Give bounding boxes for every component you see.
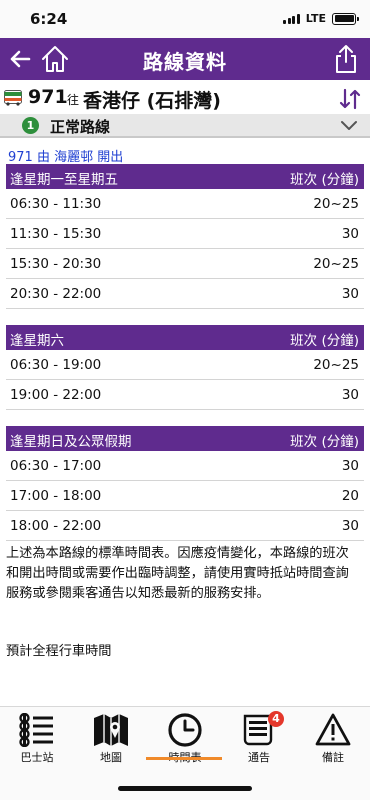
section-title: 逢星期六 <box>10 333 64 349</box>
nav-bar: 路線資料 <box>0 38 370 80</box>
time-range: 19:00 - 22:00 <box>10 387 102 403</box>
route-number: 971 <box>28 86 68 108</box>
active-tab-indicator <box>146 757 222 760</box>
frequency-value: 30 <box>341 458 359 474</box>
time-range: 18:00 - 22:00 <box>10 518 102 534</box>
bus-stop-list-icon <box>19 713 53 747</box>
tab-label: 通告 <box>248 751 270 764</box>
page-title: 路線資料 <box>143 50 227 74</box>
swap-direction-icon[interactable] <box>338 87 362 111</box>
section-header: 逢星期一至星期五 班次 (分鐘) <box>6 164 364 189</box>
departure-info: 971 由 海麗邨 開出 <box>8 150 124 165</box>
status-indicators: LTE <box>283 12 359 25</box>
schedule-section-sunday-holiday: 逢星期日及公眾假期 班次 (分鐘) 06:30 - 17:00 30 17:00… <box>0 426 370 541</box>
frequency-header: 班次 (分鐘) <box>290 434 359 450</box>
route-direction-label: 往 <box>67 93 80 107</box>
tab-label: 備註 <box>322 751 344 764</box>
schedule-row: 19:00 - 22:00 30 <box>6 380 364 410</box>
tab-map[interactable]: 地圖 <box>74 707 148 767</box>
schedule-row: 20:30 - 22:00 30 <box>6 279 364 309</box>
frequency-value: 30 <box>341 518 359 534</box>
chevron-down-icon[interactable] <box>340 117 358 133</box>
signal-icon <box>283 13 300 24</box>
schedule-row: 06:30 - 17:00 30 <box>6 451 364 481</box>
frequency-value: 30 <box>341 286 359 302</box>
schedule-row: 15:30 - 20:30 20~25 <box>6 249 364 279</box>
section-header: 逢星期六 班次 (分鐘) <box>6 325 364 350</box>
frequency-value: 20~25 <box>313 196 359 212</box>
route-destination: 香港仔 (石排灣) <box>83 90 221 112</box>
frequency-value: 20 <box>341 488 359 504</box>
tab-remarks[interactable]: 備註 <box>296 707 370 767</box>
schedule-section-saturday: 逢星期六 班次 (分鐘) 06:30 - 19:00 20~25 19:00 -… <box>0 325 370 410</box>
journey-time-heading: 預計全程行車時間 <box>6 644 112 659</box>
section-title: 逢星期一至星期五 <box>10 172 118 188</box>
frequency-header: 班次 (分鐘) <box>290 333 359 349</box>
share-icon[interactable] <box>334 44 358 74</box>
network-label: LTE <box>305 12 326 25</box>
schedule-row: 17:00 - 18:00 20 <box>6 481 364 511</box>
frequency-header: 班次 (分鐘) <box>290 172 359 188</box>
bus-icon <box>4 90 22 106</box>
time-range: 11:30 - 15:30 <box>10 226 102 242</box>
frequency-value: 20~25 <box>313 357 359 373</box>
schedule-row: 06:30 - 19:00 20~25 <box>6 350 364 380</box>
tab-label: 巴士站 <box>20 751 54 764</box>
status-bar: 6:24 LTE <box>0 0 370 38</box>
frequency-value: 30 <box>341 387 359 403</box>
time-range: 06:30 - 19:00 <box>10 357 102 373</box>
time-range: 17:00 - 18:00 <box>10 488 102 504</box>
clock-icon <box>168 713 202 747</box>
frequency-value: 30 <box>341 226 359 242</box>
schedule-row: 11:30 - 15:30 30 <box>6 219 364 249</box>
schedule-row: 18:00 - 22:00 30 <box>6 511 364 541</box>
warning-icon <box>315 713 351 746</box>
battery-icon <box>332 12 359 25</box>
time-range: 06:30 - 11:30 <box>10 196 102 212</box>
variant-number-badge: 1 <box>22 117 39 134</box>
schedule-section-weekdays: 逢星期一至星期五 班次 (分鐘) 06:30 - 11:30 20~25 11:… <box>0 164 370 309</box>
home-indicator[interactable] <box>118 786 252 791</box>
route-header: 971 往 香港仔 (石排灣) <box>0 82 370 114</box>
route-variant-selector[interactable]: 1 正常路線 <box>0 114 370 138</box>
time-range: 15:30 - 20:30 <box>10 256 102 272</box>
section-header: 逢星期日及公眾假期 班次 (分鐘) <box>6 426 364 451</box>
time-range: 20:30 - 22:00 <box>10 286 102 302</box>
schedule-notice: 上述為本路線的標準時間表。因應疫情變化，本路線的班次和開出時間或需要作出臨時調整… <box>6 546 349 601</box>
frequency-value: 20~25 <box>313 256 359 272</box>
tab-notices[interactable]: 通告 <box>222 707 296 767</box>
notice-count-badge: 4 <box>268 711 284 727</box>
tab-label: 地圖 <box>100 751 122 764</box>
map-icon <box>94 714 128 746</box>
schedule-row: 06:30 - 11:30 20~25 <box>6 189 364 219</box>
status-time: 6:24 <box>30 10 68 28</box>
section-title: 逢星期日及公眾假期 <box>10 434 132 450</box>
tab-bus-stops[interactable]: 巴士站 <box>0 707 74 767</box>
time-range: 06:30 - 17:00 <box>10 458 102 474</box>
variant-label: 正常路線 <box>50 118 111 136</box>
